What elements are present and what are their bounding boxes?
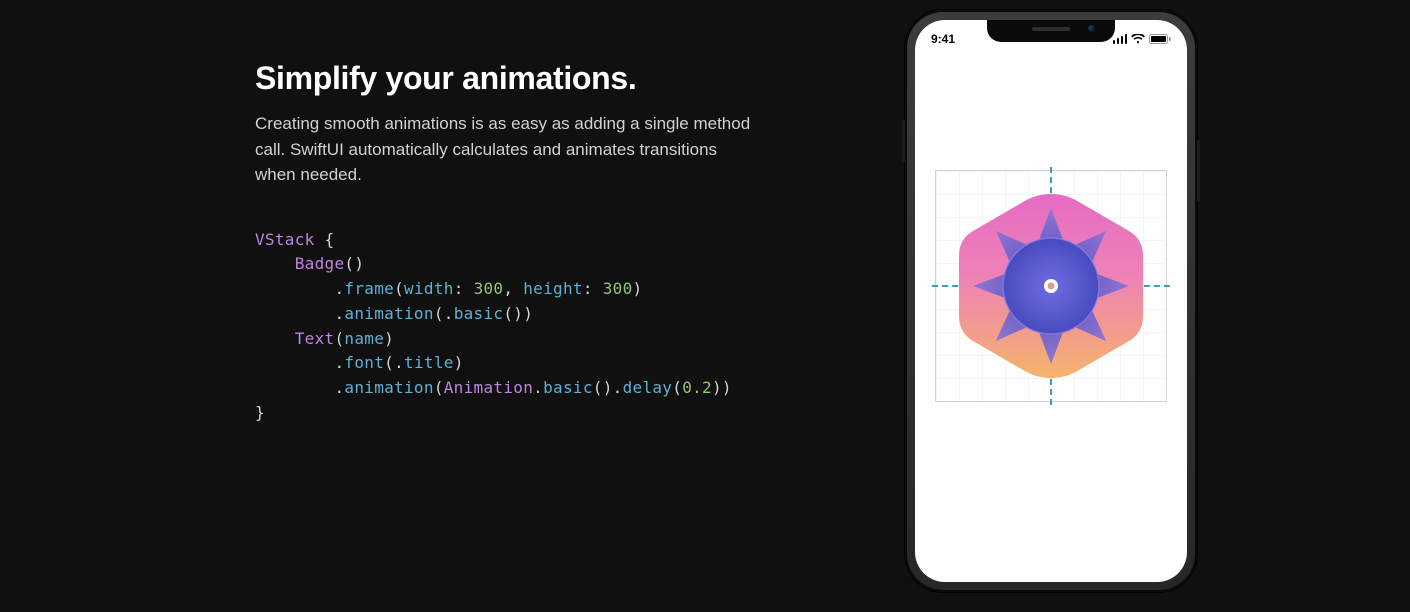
status-right (1113, 34, 1172, 44)
code-type: Text (295, 329, 335, 348)
code-fn: delay (623, 378, 673, 397)
code-fn: animation (344, 378, 433, 397)
code-fn: animation (344, 304, 433, 323)
code-punct: , (503, 279, 523, 298)
code-punct: . (334, 304, 344, 323)
code-punct: )) (712, 378, 732, 397)
preview-canvas (935, 170, 1167, 402)
code-punct: (. (384, 353, 404, 372)
code-number: 300 (603, 279, 633, 298)
code-punct: ) (384, 329, 394, 348)
code-number: 300 (474, 279, 504, 298)
text-column: Simplify your animations. Creating smoot… (255, 60, 815, 426)
section-heading: Simplify your animations. (255, 60, 815, 97)
code-punct: ( (672, 378, 682, 397)
code-fn: basic (543, 378, 593, 397)
code-fn: basic (454, 304, 504, 323)
phone-column: 9:41 (905, 10, 1197, 592)
code-arg: height (523, 279, 583, 298)
code-punct: () (344, 254, 364, 273)
code-fn: frame (344, 279, 394, 298)
code-punct: ) (454, 353, 464, 372)
phone-notch (987, 20, 1115, 42)
code-punct: . (533, 378, 543, 397)
code-punct: . (334, 279, 344, 298)
speaker-icon (1032, 27, 1070, 31)
phone-frame: 9:41 (905, 10, 1197, 592)
status-time: 9:41 (931, 32, 955, 46)
code-arg: width (404, 279, 454, 298)
code-punct: : (454, 279, 474, 298)
code-punct: } (255, 403, 265, 422)
badge-icon (936, 171, 1166, 401)
code-type: Badge (295, 254, 345, 273)
code-punct: ( (434, 378, 444, 397)
code-punct: . (334, 353, 344, 372)
code-punct: (). (593, 378, 623, 397)
camera-icon (1088, 25, 1095, 32)
battery-icon (1149, 34, 1171, 44)
wifi-icon (1131, 34, 1145, 44)
code-sample: VStack { Badge() .frame(width: 300, heig… (255, 228, 815, 426)
section-description: Creating smooth animations is as easy as… (255, 111, 755, 188)
code-keyword: VStack (255, 230, 315, 249)
cellular-icon (1113, 34, 1128, 44)
code-type: Animation (444, 378, 533, 397)
code-punct: ) (633, 279, 643, 298)
code-punct: . (334, 378, 344, 397)
phone-screen: 9:41 (915, 20, 1187, 582)
code-punct: ( (394, 279, 404, 298)
code-fn: font (344, 353, 384, 372)
code-punct: ()) (503, 304, 533, 323)
code-punct: (. (434, 304, 454, 323)
code-punct: { (315, 230, 335, 249)
code-punct: : (583, 279, 603, 298)
code-ident: name (344, 329, 384, 348)
code-fn: title (404, 353, 454, 372)
code-number: 0.2 (682, 378, 712, 397)
code-punct: ( (334, 329, 344, 348)
